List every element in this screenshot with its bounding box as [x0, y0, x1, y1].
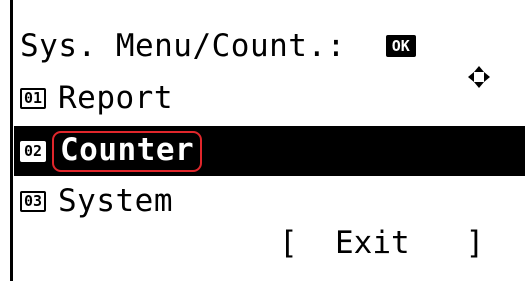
- menu-item-label: Counter: [52, 130, 203, 172]
- menu-item-counter[interactable]: 02 Counter: [14, 126, 525, 176]
- menu-item-label: System: [58, 182, 173, 219]
- item-number-badge: 02: [20, 140, 46, 162]
- item-number-badge: 01: [20, 87, 46, 109]
- exit-button[interactable]: [ Exit ]: [279, 227, 484, 259]
- item-number-badge: 03: [20, 190, 46, 212]
- menu-item-report[interactable]: 01 Report: [14, 73, 525, 123]
- ok-icon: OK: [385, 35, 416, 57]
- screen-border: [10, 0, 13, 281]
- menu-item-label: Report: [58, 79, 173, 116]
- screen-title: Sys. Menu/Count.:: [20, 27, 346, 64]
- header-bar: Sys. Menu/Count.: OK: [14, 21, 525, 88]
- four-way-arrow-icon: [354, 33, 490, 88]
- footer-bar: [ Exit ]: [14, 218, 525, 268]
- lcd-screen: Sys. Menu/Count.: OK 01 Report 02 Counte…: [0, 0, 525, 281]
